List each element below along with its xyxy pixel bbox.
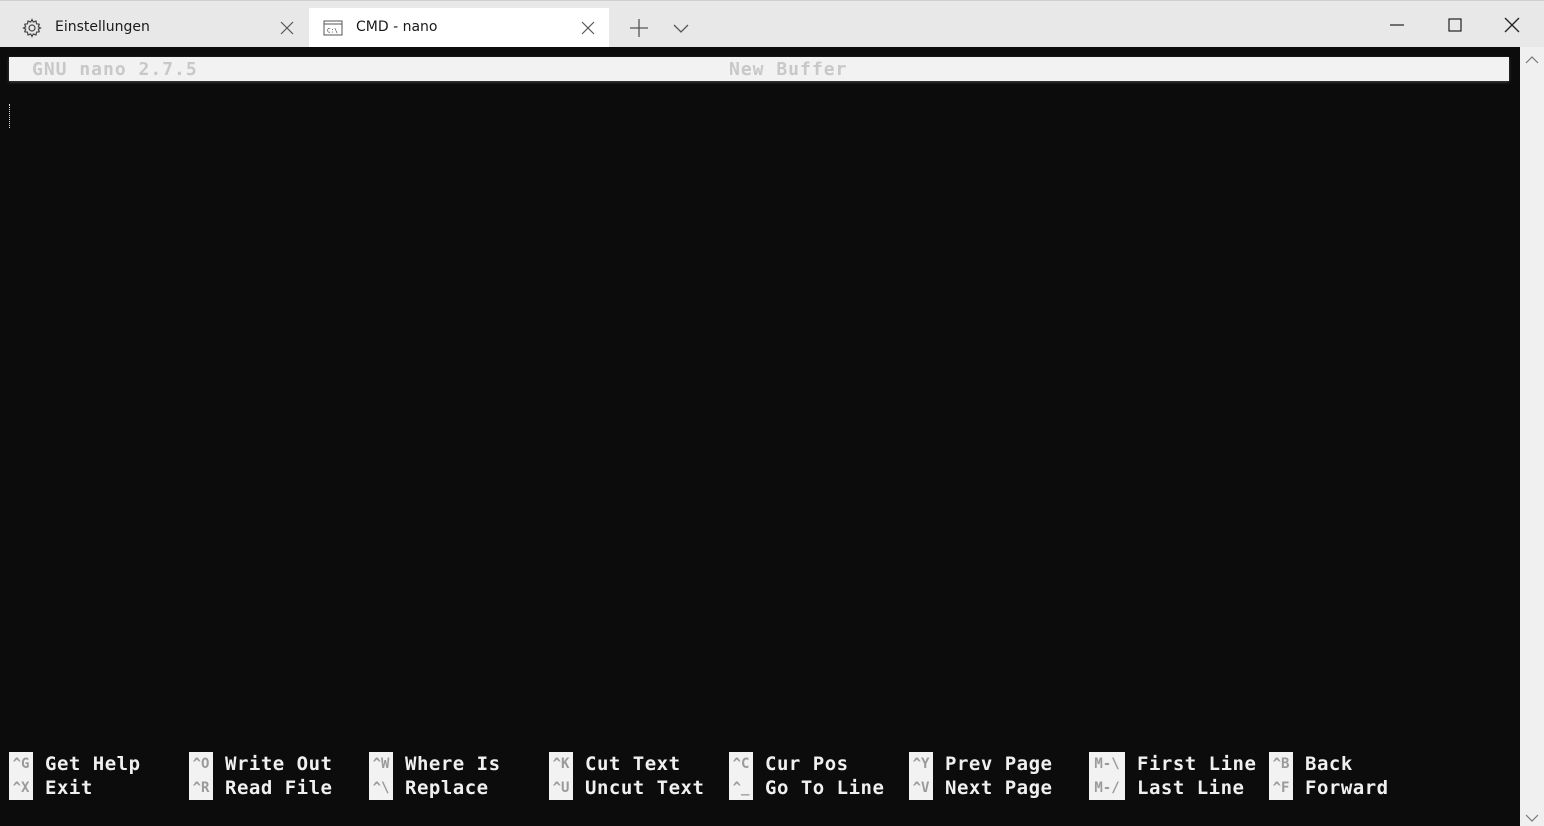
svg-text:C:\: C:\ bbox=[327, 28, 338, 35]
close-icon[interactable] bbox=[581, 21, 595, 35]
shortcut-key: ^X bbox=[9, 776, 33, 800]
shortcut-key: ^Y bbox=[909, 752, 933, 776]
tab-cmd-nano[interactable]: C:\ CMD - nano bbox=[309, 8, 609, 48]
minimize-icon[interactable] bbox=[1382, 11, 1412, 39]
shortcut-key: ^F bbox=[1269, 776, 1293, 800]
shortcut-label: Read File bbox=[225, 777, 333, 799]
shortcut-key: ^_ bbox=[729, 776, 753, 800]
shortcut-label: Write Out bbox=[225, 753, 333, 775]
shortcut-label: First Line bbox=[1137, 753, 1257, 775]
nano-title-bar: GNU nano 2.7.5 New Buffer bbox=[9, 57, 1509, 81]
maximize-icon[interactable] bbox=[1440, 11, 1470, 39]
shortcut-key: M-\ bbox=[1089, 752, 1125, 776]
cmd-icon: C:\ bbox=[323, 18, 343, 38]
shortcut-label: Uncut Text bbox=[585, 777, 705, 799]
shortcut-key: ^B bbox=[1269, 752, 1293, 776]
tab-label: Einstellungen bbox=[55, 19, 150, 35]
shortcut-key: ^\ bbox=[369, 776, 393, 800]
shortcut-label: Exit bbox=[45, 777, 93, 799]
title-bar: Einstellungen C:\ CMD - nano bbox=[0, 0, 1544, 48]
close-icon[interactable] bbox=[280, 21, 294, 35]
shortcut-label: Prev Page bbox=[945, 753, 1053, 775]
chevron-up-icon[interactable] bbox=[1524, 51, 1540, 64]
tab-einstellungen[interactable]: Einstellungen bbox=[8, 8, 308, 48]
shortcut-label: Replace bbox=[405, 777, 489, 799]
shortcut-key: ^R bbox=[189, 776, 213, 800]
shortcut-label: Go To Line bbox=[765, 777, 885, 799]
shortcut-label: Back bbox=[1305, 753, 1353, 775]
shortcut-key: ^W bbox=[369, 752, 393, 776]
buffer-name: New Buffer bbox=[729, 59, 848, 80]
shortcut-label: Forward bbox=[1305, 777, 1389, 799]
shortcut-key: M-/ bbox=[1089, 776, 1125, 800]
terminal-window: Einstellungen C:\ CMD - nano GNU nano 2.… bbox=[0, 0, 1544, 826]
text-cursor bbox=[9, 104, 12, 128]
shortcut-key: ^V bbox=[909, 776, 933, 800]
tab-label: CMD - nano bbox=[356, 19, 438, 35]
terminal-area[interactable]: GNU nano 2.7.5 New Buffer ^G Get Help ^X… bbox=[0, 47, 1520, 826]
plus-icon[interactable] bbox=[628, 17, 650, 39]
chevron-down-icon[interactable] bbox=[672, 20, 690, 36]
shortcut-key: ^O bbox=[189, 752, 213, 776]
chevron-down-icon[interactable] bbox=[1524, 809, 1540, 822]
shortcut-label: Last Line bbox=[1137, 777, 1245, 799]
shortcut-label: Cur Pos bbox=[765, 753, 849, 775]
vertical-scrollbar[interactable] bbox=[1520, 47, 1544, 826]
close-icon[interactable] bbox=[1497, 11, 1527, 39]
shortcut-label: Where Is bbox=[405, 753, 501, 775]
nano-version: GNU nano 2.7.5 bbox=[32, 59, 198, 80]
shortcut-key: ^U bbox=[549, 776, 573, 800]
shortcut-label: Next Page bbox=[945, 777, 1053, 799]
shortcut-key: ^K bbox=[549, 752, 573, 776]
shortcut-label: Get Help bbox=[45, 753, 141, 775]
shortcut-key: ^G bbox=[9, 752, 33, 776]
shortcut-label: Cut Text bbox=[585, 753, 681, 775]
gear-icon bbox=[22, 18, 42, 38]
shortcut-key: ^C bbox=[729, 752, 753, 776]
